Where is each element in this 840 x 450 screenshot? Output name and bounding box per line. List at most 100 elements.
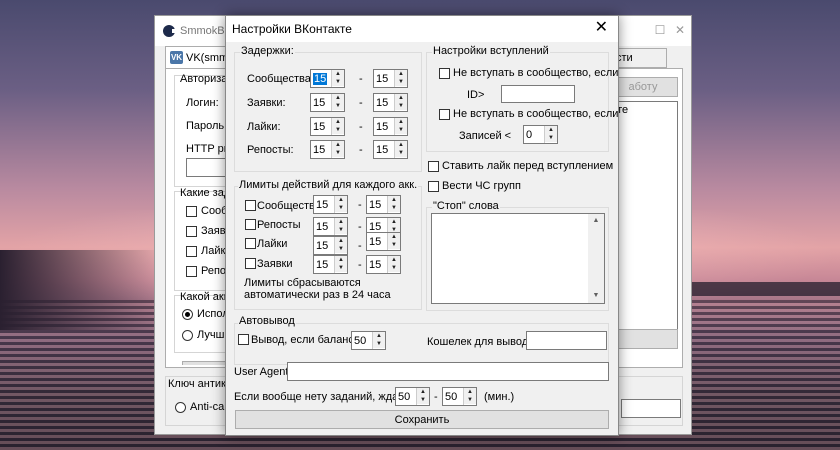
save-button[interactable]: Сохранить [235,410,609,429]
spin-down-icon[interactable]: ▼ [395,102,407,110]
spin-up-icon[interactable]: ▲ [335,218,347,226]
stop-words-scrollbar[interactable]: ▲ ▼ [588,214,604,303]
delay-label-reposts: Репосты: [247,144,294,156]
spin-down-icon[interactable]: ▼ [388,264,400,272]
spin-up-icon[interactable]: ▲ [335,196,347,204]
spin-up-icon[interactable]: ▲ [332,94,344,102]
spin-up-icon[interactable]: ▲ [373,332,385,340]
limit-separator: - [358,221,362,233]
blacklist-groups-checkbox[interactable] [428,181,439,192]
withdraw-balance-spinner[interactable]: 50 ▲ ▼ [351,331,386,350]
vk-settings-dialog: Настройки ВКонтакте ✕ Задержки: Сообщест… [225,15,619,436]
captcha-radio[interactable] [175,402,186,413]
spin-up-icon[interactable]: ▲ [545,126,557,134]
delay-communities-to[interactable]: 15 ▲ ▼ [373,69,408,88]
spin-down-icon[interactable]: ▼ [332,78,344,86]
limit-requests-from[interactable]: 15 ▲ ▼ [313,255,348,274]
wallet-input[interactable] [526,331,607,350]
like-before-join-label: Ставить лайк перед вступлением [442,160,614,172]
spin-up-icon[interactable]: ▲ [388,218,400,226]
spin-up-icon[interactable]: ▲ [332,118,344,126]
account-radio-2[interactable] [182,330,193,341]
close-icon[interactable]: ✕ [673,24,687,36]
spin-down-icon[interactable]: ▼ [388,204,400,212]
limit-communities-checkbox[interactable] [245,200,256,211]
limit-likes-from[interactable]: 15 ▲ ▼ [313,236,348,255]
limit-communities-from[interactable]: 15 ▲ ▼ [313,195,348,214]
spin-down-icon[interactable]: ▼ [417,396,429,404]
spin-down-icon[interactable]: ▼ [395,78,407,86]
spin-down-icon[interactable]: ▼ [545,134,557,142]
spin-down-icon[interactable]: ▼ [335,245,347,253]
spin-down-icon[interactable]: ▼ [335,226,347,234]
task-checkbox-2[interactable] [186,226,197,237]
spin-up-icon[interactable]: ▲ [335,237,347,245]
spin-down-icon[interactable]: ▼ [395,126,407,134]
spin-up-icon[interactable]: ▲ [388,256,400,264]
limit-separator: - [358,240,362,252]
stop-words-input[interactable]: ▲ ▼ [431,213,605,304]
spin-up-icon[interactable]: ▲ [388,233,400,241]
delay-reposts-from[interactable]: 15 ▲ ▼ [310,140,345,159]
dialog-titlebar: Настройки ВКонтакте ✕ [226,16,618,42]
scroll-down-icon[interactable]: ▼ [588,289,604,303]
wait-label: Если вообще нету заданий, ждать: [234,391,412,403]
tab-stats[interactable]: сти [611,48,667,68]
spin-up-icon[interactable]: ▲ [332,70,344,78]
delay-likes-to[interactable]: 15 ▲ ▼ [373,117,408,136]
user-agent-label: User Agent: [234,366,292,378]
wait-to-spinner[interactable]: 50 ▲ ▼ [442,387,477,406]
delay-communities-from[interactable]: 15 ▲ ▼ [310,69,345,88]
limit-likes-checkbox[interactable] [245,238,256,249]
task-checkbox-3[interactable] [186,246,197,257]
spin-up-icon[interactable]: ▲ [395,118,407,126]
delay-likes-from[interactable]: 15 ▲ ▼ [310,117,345,136]
spin-down-icon[interactable]: ▼ [335,264,347,272]
spin-up-icon[interactable]: ▲ [417,388,429,396]
limit-label-requests: Заявки [257,258,293,270]
spin-down-icon[interactable]: ▼ [332,126,344,134]
task-checkbox-4[interactable] [186,266,197,277]
spin-down-icon[interactable]: ▼ [332,102,344,110]
no-join-if-checkbox[interactable] [439,68,450,79]
spin-down-icon[interactable]: ▼ [395,149,407,157]
spin-up-icon[interactable]: ▲ [388,196,400,204]
spin-up-icon[interactable]: ▲ [395,70,407,78]
spin-up-icon[interactable]: ▲ [464,388,476,396]
no-join-posts-checkbox[interactable] [439,109,450,120]
spin-down-icon[interactable]: ▼ [373,340,385,348]
limit-reposts-from[interactable]: 15 ▲ ▼ [313,217,348,236]
spin-up-icon[interactable]: ▲ [335,256,347,264]
spin-up-icon[interactable]: ▲ [395,141,407,149]
spin-down-icon[interactable]: ▼ [464,396,476,404]
limit-requests-to[interactable]: 15 ▲ ▼ [366,255,401,274]
wait-separator: - [434,391,438,403]
like-before-join-checkbox[interactable] [428,161,439,172]
task-checkbox-1[interactable] [186,206,197,217]
delay-requests-to-value: 15 [376,97,389,109]
wait-from-spinner[interactable]: 50 ▲ ▼ [395,387,430,406]
spin-up-icon[interactable]: ▲ [332,141,344,149]
id-input[interactable] [501,85,575,103]
maximize-icon[interactable]: ☐ [653,24,667,36]
scroll-up-icon[interactable]: ▲ [588,214,604,228]
password-label: Пароль: [186,120,228,132]
limit-communities-to[interactable]: 15 ▲ ▼ [366,195,401,214]
limit-reposts-checkbox[interactable] [245,219,256,230]
account-radio-1[interactable] [182,309,193,320]
spin-down-icon[interactable]: ▼ [388,241,400,249]
close-icon[interactable]: ✕ [595,20,608,36]
user-agent-input[interactable] [287,362,609,381]
withdraw-balance-checkbox[interactable] [238,334,249,345]
limit-likes-to[interactable]: 15 ▲ ▼ [366,232,401,251]
spin-down-icon[interactable]: ▼ [335,204,347,212]
delay-reposts-to[interactable]: 15 ▲ ▼ [373,140,408,159]
spin-down-icon[interactable]: ▼ [332,149,344,157]
delay-requests-to[interactable]: 15 ▲ ▼ [373,93,408,112]
delay-requests-from[interactable]: 15 ▲ ▼ [310,93,345,112]
posts-spinner[interactable]: 0 ▲ ▼ [523,125,558,144]
limit-separator: - [358,199,362,211]
limit-requests-checkbox[interactable] [245,258,256,269]
spin-up-icon[interactable]: ▲ [395,94,407,102]
captcha-key-input[interactable] [621,399,681,418]
